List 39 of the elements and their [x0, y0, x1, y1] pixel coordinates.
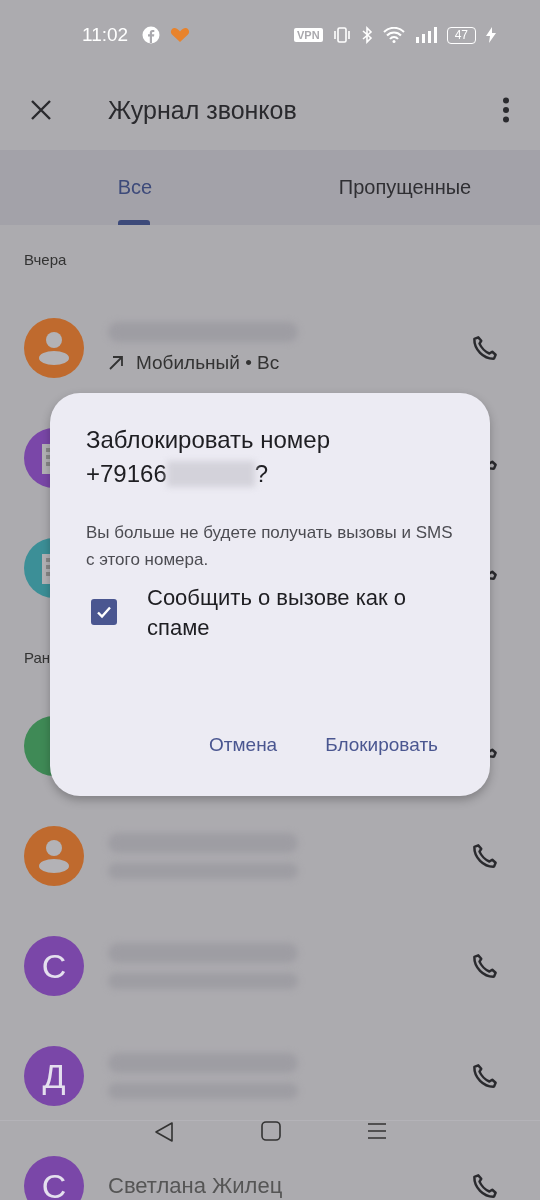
section-header: Ран — [24, 648, 51, 666]
contact-avatar: С — [24, 936, 84, 996]
battery-indicator: 47 — [446, 26, 476, 44]
question-mark: ? — [254, 459, 269, 489]
more-options-icon[interactable] — [502, 97, 510, 123]
spam-checkbox[interactable] — [91, 599, 117, 625]
charging-bolt-icon — [486, 27, 496, 43]
dialog-title: Заблокировать номер — [86, 425, 331, 455]
close-icon[interactable] — [30, 99, 52, 121]
dialog-message: Вы больше не будете получать вызовы и SMS с этого номера. — [86, 522, 454, 571]
back-icon[interactable] — [153, 1121, 175, 1143]
phone-icon[interactable] — [470, 1061, 500, 1091]
bluetooth-icon — [360, 26, 373, 44]
dialog-button[interactable]: Блокировать — [325, 734, 438, 756]
checkbox-label: Сообщить о вызове как о спаме — [147, 584, 408, 642]
tab[interactable]: Все — [0, 150, 270, 225]
contact-name: Светлана Жилец — [108, 1173, 284, 1199]
phone-number: +79166 — [86, 459, 167, 489]
status-time: 11:02 — [82, 24, 129, 46]
phone-icon[interactable] — [470, 1171, 500, 1200]
heart-icon — [170, 26, 191, 44]
phone-icon[interactable] — [470, 951, 500, 981]
wifi-icon — [382, 27, 405, 43]
contact-avatar: Д — [24, 1046, 84, 1106]
dialog-button[interactable]: Отмена — [209, 734, 278, 756]
phone-icon[interactable] — [470, 333, 500, 363]
facebook-icon — [142, 26, 161, 44]
phone-icon[interactable] — [470, 841, 500, 871]
vpn-badge: VPN — [294, 28, 323, 42]
outgoing-call-icon — [108, 355, 124, 371]
home-icon[interactable] — [261, 1121, 281, 1141]
signal-icon — [414, 27, 437, 43]
menu-icon[interactable] — [367, 1121, 387, 1141]
tab[interactable]: Пропущенные — [270, 150, 540, 225]
section-header: Вчера — [24, 250, 67, 268]
call-detail: Мобильный • Вс — [136, 352, 280, 374]
vibrate-icon — [332, 27, 351, 43]
screen-title: Журнал звонков — [108, 95, 298, 125]
contact-avatar: С — [24, 1156, 84, 1200]
